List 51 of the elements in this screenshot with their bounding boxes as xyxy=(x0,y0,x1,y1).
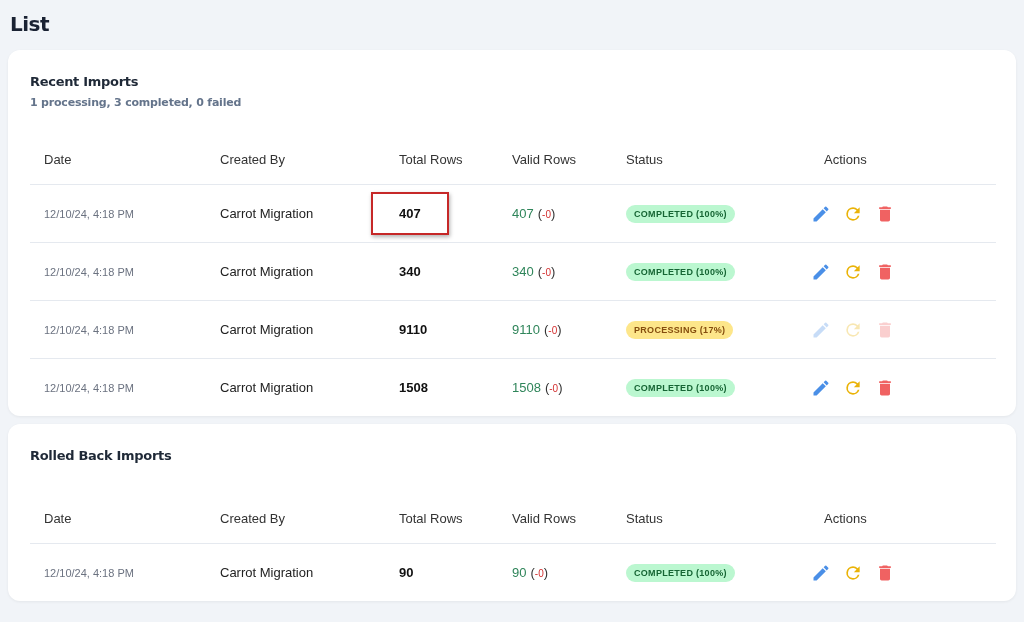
highlighted-value: 407 xyxy=(371,192,449,235)
column-header: Valid Rows xyxy=(511,510,578,526)
status-badge: COMPLETED (100%) xyxy=(626,378,735,397)
date-cell-text: 12/10/24, 4:18 PM xyxy=(43,207,135,220)
column-header: Total Rows xyxy=(398,510,464,526)
pencil-icon xyxy=(811,319,831,340)
status-badge: PROCESSING (17%) xyxy=(626,320,734,339)
invalid-rows-value: (-0) xyxy=(537,264,556,279)
page-title: List xyxy=(9,11,51,38)
column-header: Created By xyxy=(219,510,287,526)
column-header: Total Rows xyxy=(398,151,464,167)
date-cell-text: 12/10/24, 4:18 PM xyxy=(43,265,135,278)
total-rows-value: 340 xyxy=(398,263,422,281)
status-badge: COMPLETED (100%) xyxy=(626,262,735,281)
invalid-rows-value: (-0) xyxy=(544,380,563,395)
column-header: Valid Rows xyxy=(511,151,578,167)
creator-cell-text: Carrot Migration xyxy=(219,565,315,580)
valid-rows-value: 9110 xyxy=(512,322,540,337)
status-badge: COMPLETED (100%) xyxy=(626,563,735,582)
pencil-icon xyxy=(811,261,831,282)
creator-cell-text: Carrot Migration xyxy=(219,264,315,279)
valid-rows-value: 407 xyxy=(512,206,534,221)
column-header: Actions xyxy=(823,151,868,167)
pencil-icon xyxy=(811,562,831,583)
column-header: Status xyxy=(625,510,664,526)
date-cell-text: 12/10/24, 4:18 PM xyxy=(43,381,135,394)
valid-rows-value: 90 xyxy=(512,565,527,580)
total-rows-value: 90 xyxy=(398,564,415,582)
section-summary: 1 processing, 3 completed, 0 failed xyxy=(30,96,243,109)
invalid-rows-value: (-0) xyxy=(530,565,549,580)
column-header: Actions xyxy=(823,510,868,526)
valid-rows-value: 340 xyxy=(512,264,534,279)
pencil-icon xyxy=(811,377,831,398)
total-rows-value: 9110 xyxy=(398,321,429,339)
date-cell-text: 12/10/24, 4:18 PM xyxy=(43,323,135,336)
creator-cell-text: Carrot Migration xyxy=(219,206,315,221)
section-title: Recent Imports xyxy=(30,74,140,89)
pencil-icon xyxy=(811,203,831,224)
creator-cell-text: Carrot Migration xyxy=(219,322,315,337)
section-title: Rolled Back Imports xyxy=(30,448,173,463)
valid-rows-value: 1508 xyxy=(512,380,541,395)
column-header: Date xyxy=(43,510,73,526)
invalid-rows-value: (-0) xyxy=(537,206,556,221)
total-rows-value: 1508 xyxy=(398,379,429,397)
date-cell-text: 12/10/24, 4:18 PM xyxy=(43,566,135,579)
column-header: Created By xyxy=(219,151,287,167)
column-header: Status xyxy=(625,151,664,167)
column-header: Date xyxy=(43,151,73,167)
creator-cell-text: Carrot Migration xyxy=(219,380,315,395)
status-badge: COMPLETED (100%) xyxy=(626,204,735,223)
invalid-rows-value: (-0) xyxy=(543,322,562,337)
